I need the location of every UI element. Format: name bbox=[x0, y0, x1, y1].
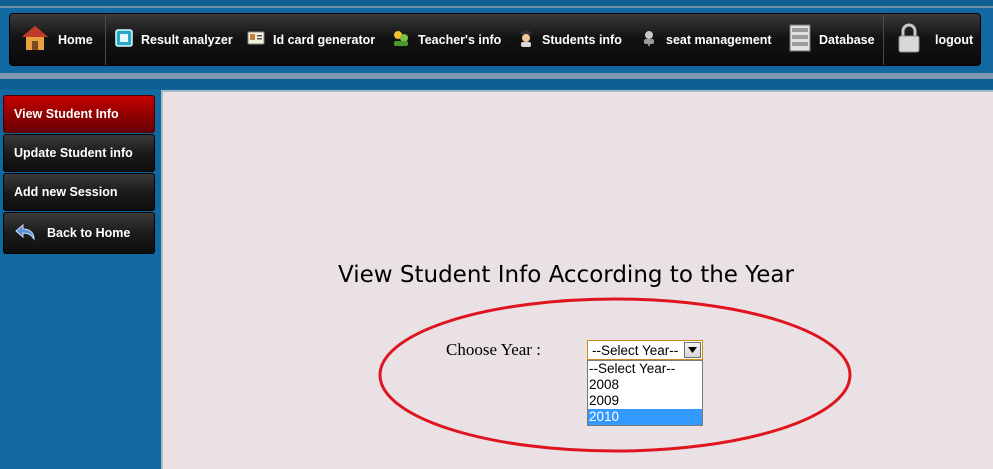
nav-home[interactable]: Home bbox=[20, 14, 93, 65]
seat-icon bbox=[640, 29, 658, 50]
nav-label: Teacher's info bbox=[418, 32, 502, 47]
sidebar-item-back-to-home[interactable]: Back to Home bbox=[3, 212, 155, 254]
student-icon bbox=[518, 29, 534, 50]
nav-label: Students info bbox=[542, 32, 622, 47]
nav-result-analyzer[interactable]: Result analyzer bbox=[115, 14, 233, 65]
database-icon bbox=[789, 24, 811, 55]
sidebar-item-label: Update Student info bbox=[14, 146, 133, 160]
sidebar-item-label: Back to Home bbox=[47, 226, 131, 240]
nav-logout[interactable]: logout bbox=[897, 14, 973, 65]
nav-label: Id card generator bbox=[273, 32, 376, 47]
main-nav-bar: Home Result analyzer Id card generator T… bbox=[9, 13, 981, 66]
nav-label: Home bbox=[58, 32, 93, 47]
sidebar-item-update-student-info[interactable]: Update Student info bbox=[3, 134, 155, 172]
id-card-icon bbox=[247, 31, 265, 48]
top-line bbox=[0, 6, 993, 8]
nav-label: logout bbox=[935, 32, 974, 47]
house-icon bbox=[20, 23, 50, 56]
nav-database[interactable]: Database bbox=[789, 14, 875, 65]
nav-label: Database bbox=[819, 32, 875, 47]
nav-students-info[interactable]: Students info bbox=[518, 14, 622, 65]
teachers-icon bbox=[392, 29, 410, 50]
nav-seat-management[interactable]: seat management bbox=[640, 14, 772, 65]
sidebar-item-add-new-session[interactable]: Add new Session bbox=[3, 173, 155, 211]
sidebar-item-label: Add new Session bbox=[14, 185, 118, 199]
nav-separator bbox=[883, 14, 884, 65]
annotation-ellipse bbox=[378, 297, 852, 453]
nav-separator bbox=[105, 14, 106, 65]
back-arrow-icon bbox=[15, 223, 37, 244]
chart-icon bbox=[115, 29, 133, 50]
nav-id-card-generator[interactable]: Id card generator bbox=[247, 14, 375, 65]
padlock-icon bbox=[897, 22, 921, 57]
sidebar-item-view-student-info[interactable]: View Student Info bbox=[3, 95, 155, 133]
page-title: View Student Info According to the Year bbox=[338, 262, 794, 288]
sidebar-item-label: View Student Info bbox=[14, 107, 119, 121]
nav-label: Result analyzer bbox=[141, 32, 233, 47]
nav-teachers-info[interactable]: Teacher's info bbox=[392, 14, 501, 65]
header-band-dark bbox=[0, 79, 993, 89]
nav-label: seat management bbox=[666, 32, 772, 47]
